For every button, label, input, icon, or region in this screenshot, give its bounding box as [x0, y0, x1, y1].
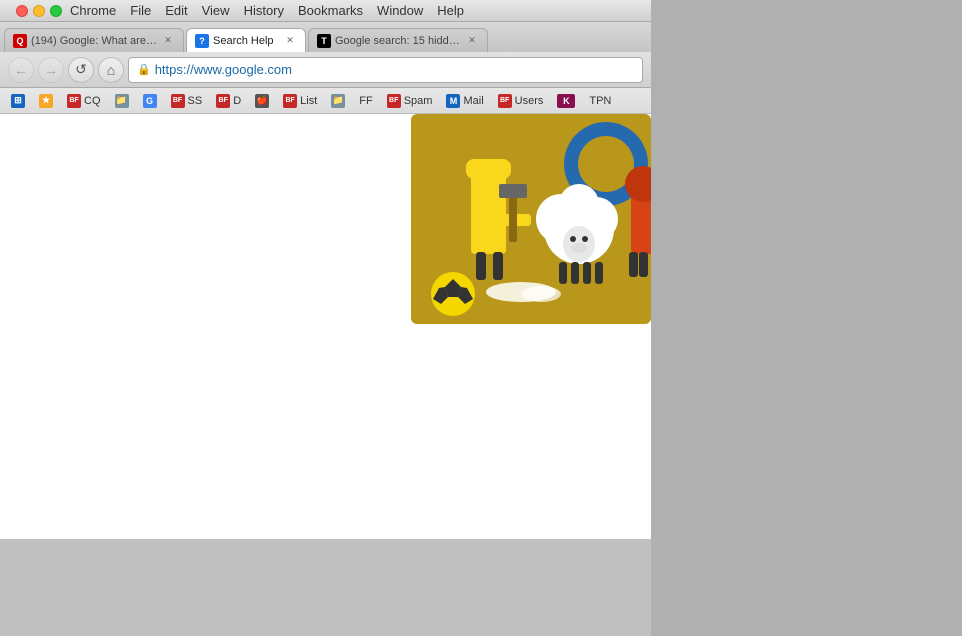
- bookmark-users-label: Users: [515, 95, 544, 107]
- folder1-icon: 📁: [115, 94, 129, 108]
- bookmark-mail-label: Mail: [463, 95, 483, 107]
- doodle-svg: [411, 114, 651, 324]
- d-icon: BF: [216, 94, 230, 108]
- menu-file[interactable]: File: [130, 3, 151, 18]
- page-content: [0, 114, 651, 539]
- spam-icon: BF: [387, 94, 401, 108]
- menu-edit[interactable]: Edit: [165, 3, 187, 18]
- bookmark-mail[interactable]: M Mail: [441, 92, 488, 110]
- tab-1[interactable]: Q (194) Google: What are so... ✕: [4, 28, 184, 52]
- mail-icon: M: [446, 94, 460, 108]
- bookmark-users[interactable]: BF Users: [493, 92, 549, 110]
- folder2-icon: 📁: [331, 94, 345, 108]
- tab2-favicon: ?: [195, 34, 209, 48]
- bookmark-tpn-label: TPN: [589, 95, 611, 107]
- tab2-close[interactable]: ✕: [283, 34, 297, 48]
- bookmark-ss-label: SS: [188, 95, 203, 107]
- tab3-close[interactable]: ✕: [465, 34, 479, 48]
- tab2-label: Search Help: [213, 35, 274, 47]
- tab-3[interactable]: T Google search: 15 hidden... ✕: [308, 28, 488, 52]
- doodle-container: [411, 114, 651, 324]
- bookmark-d-label: D: [233, 95, 241, 107]
- g-icon: G: [143, 94, 157, 108]
- bookmark-cq-label: CQ: [84, 95, 101, 107]
- menu-history[interactable]: History: [244, 3, 284, 18]
- menu-view[interactable]: View: [202, 3, 230, 18]
- bookmark-cq[interactable]: BF CQ: [62, 92, 106, 110]
- tab-bar: Q (194) Google: What are so... ✕ ? Searc…: [0, 22, 651, 52]
- bookmark-ss[interactable]: BF SS: [166, 92, 208, 110]
- tab-2[interactable]: ? Search Help ✕: [186, 28, 306, 52]
- browser-window: Chrome File Edit View History Bookmarks …: [0, 0, 651, 539]
- home-button[interactable]: ⌂: [98, 57, 124, 83]
- bookmark-list-label: List: [300, 95, 317, 107]
- bookmark-star[interactable]: ★: [34, 92, 58, 110]
- bookmark-apps[interactable]: ⊞: [6, 92, 30, 110]
- reload-button[interactable]: ↺: [68, 57, 94, 83]
- bookmark-tpn[interactable]: TPN: [584, 93, 616, 109]
- bookmarks-bar: ⊞ ★ BF CQ 📁 G BF SS BF D: [0, 88, 651, 114]
- bookmark-ff-label: FF: [359, 95, 372, 107]
- bookmark-d[interactable]: BF D: [211, 92, 246, 110]
- menu-chrome[interactable]: Chrome: [70, 3, 116, 18]
- k-icon: K: [557, 94, 575, 108]
- ss-icon: BF: [171, 94, 185, 108]
- bookmark-spam-label: Spam: [404, 95, 433, 107]
- lock-icon: 🔒: [137, 63, 151, 76]
- nav-bar: ← → ↺ ⌂ 🔒 https://www.google.com: [0, 52, 651, 88]
- forward-button[interactable]: →: [38, 57, 64, 83]
- title-bar: Chrome File Edit View History Bookmarks …: [0, 0, 651, 22]
- gray-sidebar: [651, 0, 962, 636]
- menu-help[interactable]: Help: [437, 3, 464, 18]
- bookmark-apple[interactable]: 🍎: [250, 92, 274, 110]
- menu-bookmarks[interactable]: Bookmarks: [298, 3, 363, 18]
- minimize-button[interactable]: [33, 5, 45, 17]
- cq-icon: BF: [67, 94, 81, 108]
- mac-menu: Chrome File Edit View History Bookmarks …: [70, 3, 464, 18]
- bookmark-spam[interactable]: BF Spam: [382, 92, 438, 110]
- list-icon: BF: [283, 94, 297, 108]
- bookmark-list[interactable]: BF List: [278, 92, 322, 110]
- apple-icon: 🍎: [255, 94, 269, 108]
- tab1-label: (194) Google: What are so...: [31, 35, 157, 47]
- close-button[interactable]: [16, 5, 28, 17]
- traffic-lights: [8, 0, 70, 26]
- bookmark-g[interactable]: G: [138, 92, 162, 110]
- bookmark-folder2[interactable]: 📁: [326, 92, 350, 110]
- tab3-favicon: T: [317, 34, 331, 48]
- url-text: https://www.google.com: [155, 62, 292, 77]
- tab1-favicon: Q: [13, 34, 27, 48]
- bookmark-folder1[interactable]: 📁: [110, 92, 134, 110]
- bookmark-k[interactable]: K: [552, 92, 580, 110]
- tab3-label: Google search: 15 hidden...: [335, 35, 461, 47]
- apps-icon: ⊞: [11, 94, 25, 108]
- maximize-button[interactable]: [50, 5, 62, 17]
- address-bar[interactable]: 🔒 https://www.google.com: [128, 57, 643, 83]
- users-icon: BF: [498, 94, 512, 108]
- tab1-close[interactable]: ✕: [161, 34, 175, 48]
- menu-window[interactable]: Window: [377, 3, 423, 18]
- star-icon: ★: [39, 94, 53, 108]
- bookmark-ff[interactable]: FF: [354, 93, 377, 109]
- back-button[interactable]: ←: [8, 57, 34, 83]
